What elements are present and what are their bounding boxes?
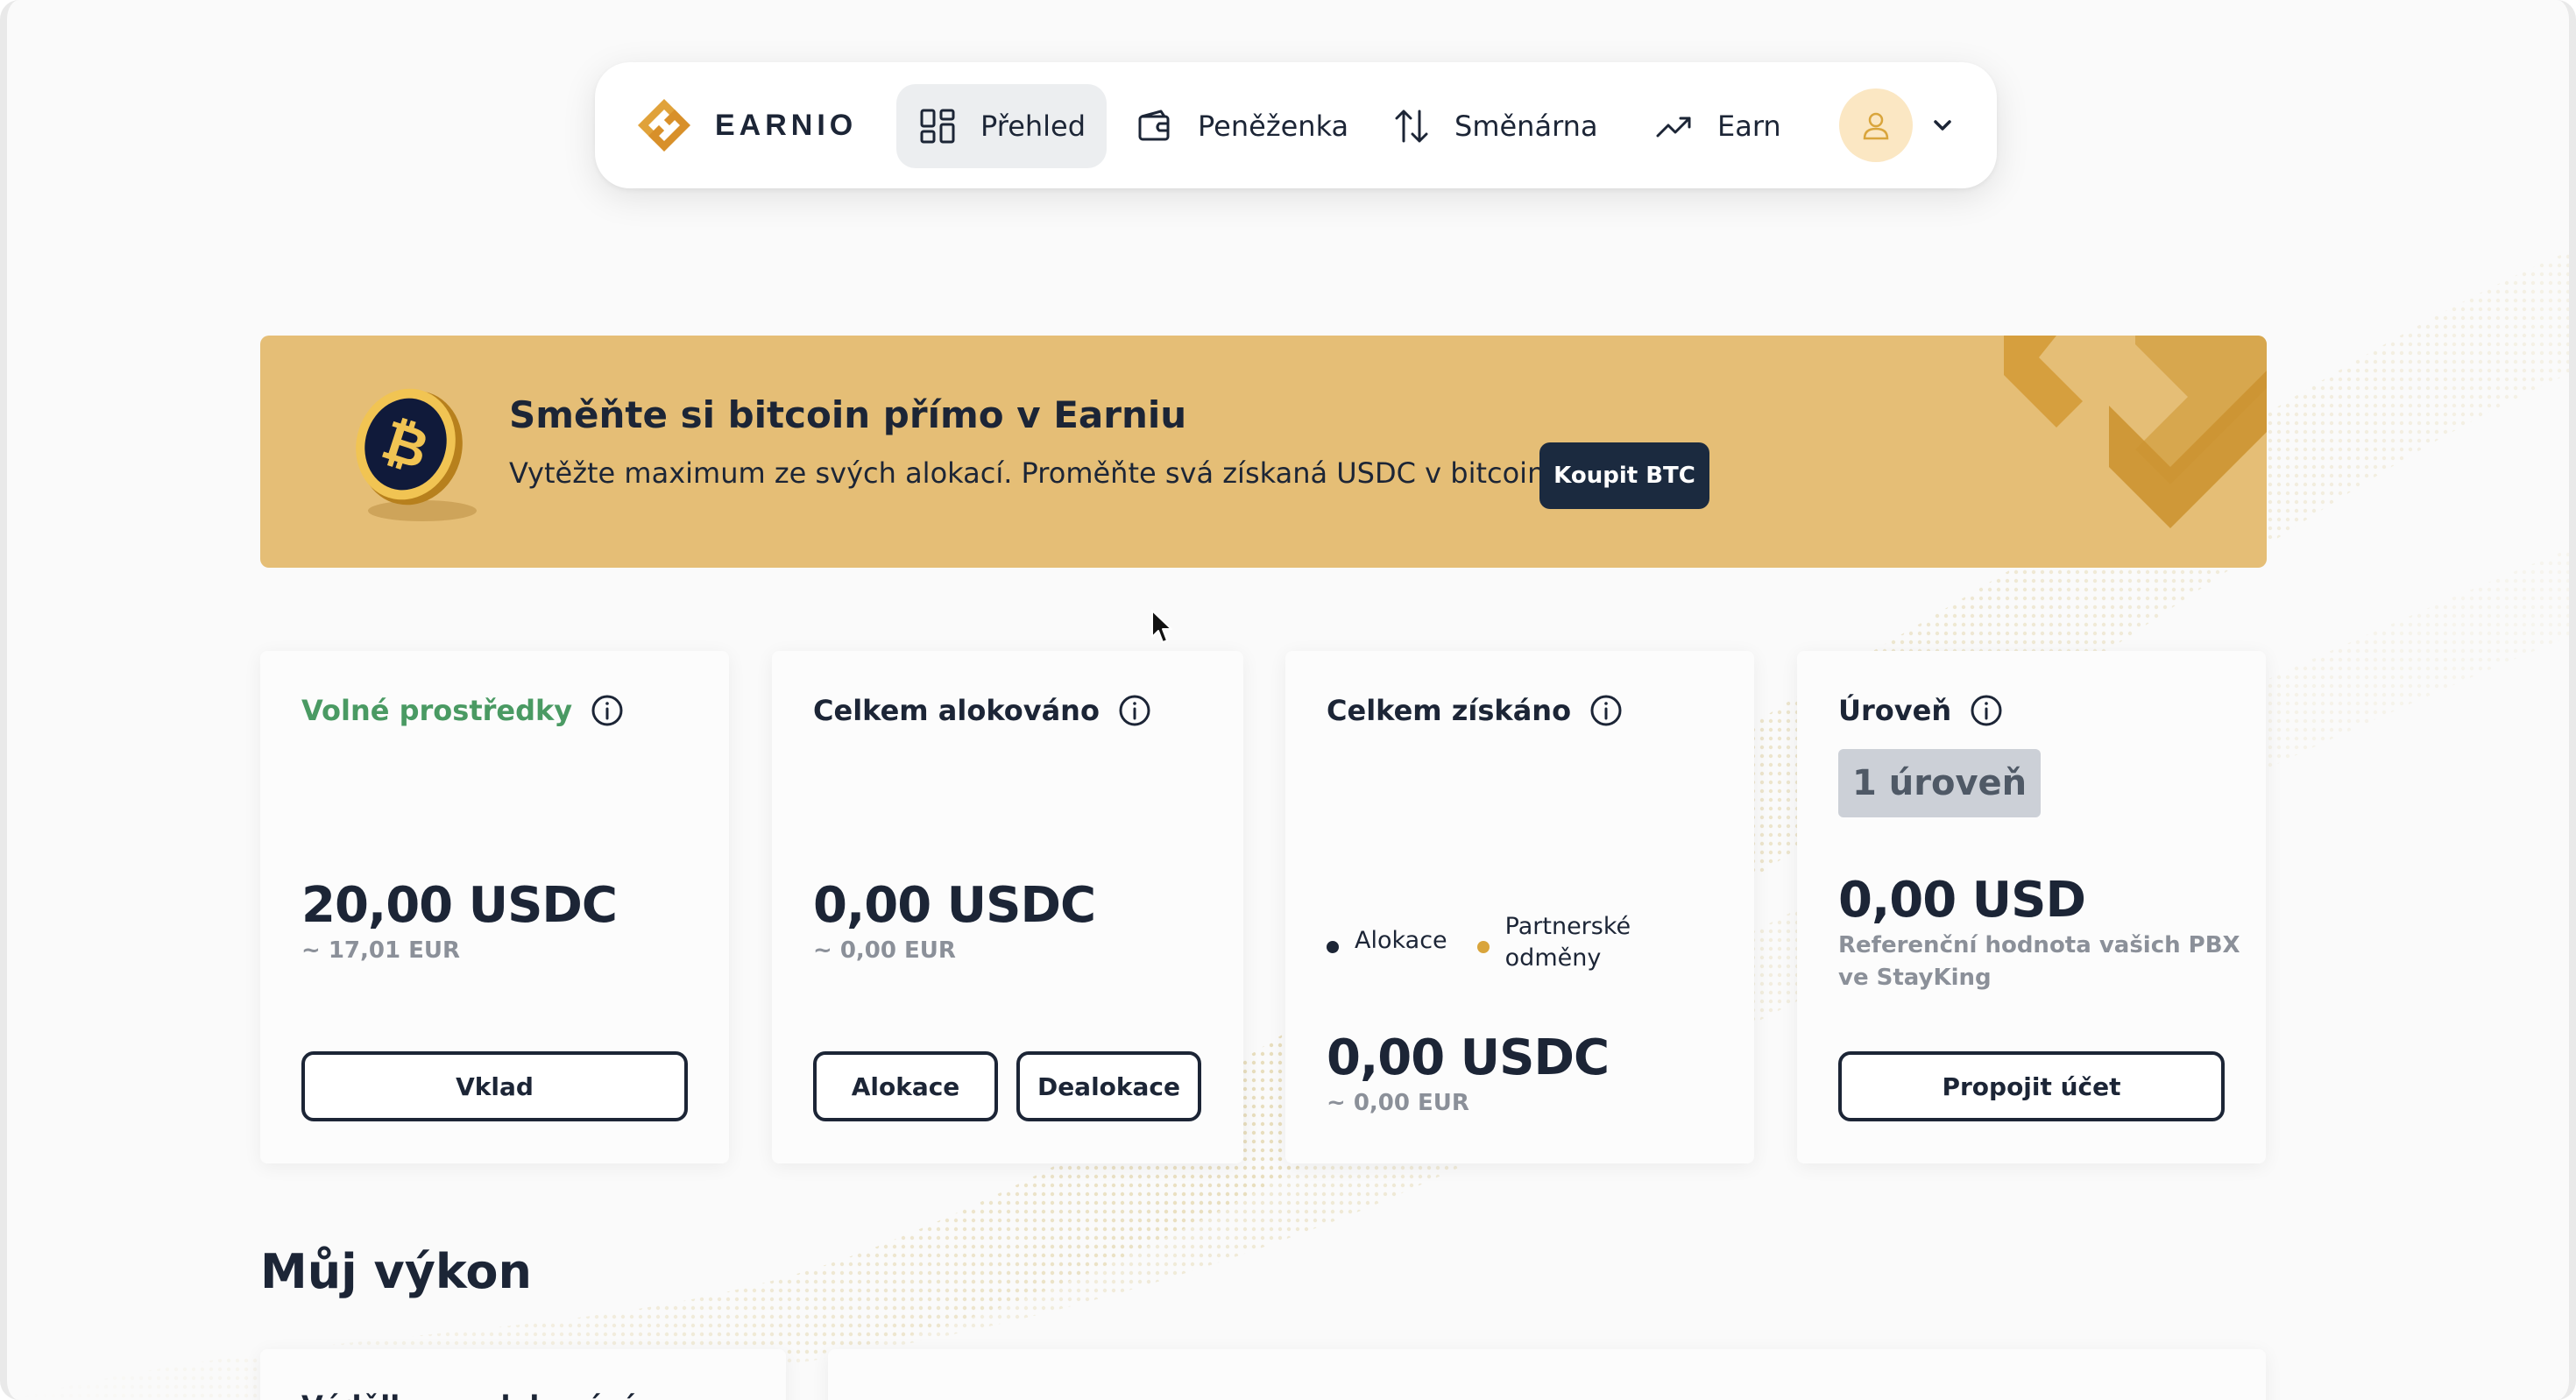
connect-account-button[interactable]: Propojit účet [1838, 1051, 2225, 1121]
card-title: Výdělky za alokování [301, 1389, 633, 1400]
reference-value-text: Referenční hodnota vašich PBX ve StayKin… [1838, 932, 2240, 991]
performance-earnings-card: Výdělky za alokování [260, 1349, 786, 1400]
free-funds-eur: ~ 17,01 EUR [301, 937, 461, 964]
brand-name: EARNIO [715, 108, 858, 142]
logo[interactable]: EARNIO [634, 95, 857, 155]
wallet-icon [1138, 110, 1170, 141]
banner-title: Směňte si bitcoin přímo v Earniu [509, 393, 1187, 436]
promo-banner: ₿ Směňte si bitcoin přímo v Earniu Vytěž… [260, 336, 2267, 568]
nav-label: Earn [1717, 110, 1781, 143]
card-title: Volné prostředky [301, 694, 573, 727]
allocated-eur: ~ 0,00 EUR [813, 937, 956, 964]
total-allocated-card: Celkem alokováno 0,00 USDC ~ 0,00 EUR Al… [772, 651, 1243, 1163]
nav-label: Směnárna [1454, 110, 1598, 143]
legend-label: odměny [1504, 944, 1602, 972]
level-card: Úroveň 1 úroveň 0,00 USD Referenční hodn… [1797, 651, 2266, 1163]
legend-dot-gold [1476, 941, 1490, 953]
card-title: Celkem získáno [1327, 694, 1572, 727]
level-badge: 1 úroveň [1838, 749, 2042, 817]
user-avatar-button[interactable] [1839, 88, 1913, 162]
earned-legend: Alokace Partnerské odměny [1327, 911, 1631, 974]
nav-item-smenarna[interactable]: Směnárna [1370, 84, 1619, 168]
info-icon[interactable] [1589, 693, 1624, 728]
nav-label: Peněženka [1198, 110, 1349, 143]
user-icon [1863, 112, 1889, 140]
mouse-cursor-icon [1151, 610, 1172, 643]
info-icon[interactable] [1117, 693, 1152, 728]
info-icon[interactable] [1969, 693, 2004, 728]
exchange-icon [1395, 110, 1428, 143]
app-window: EARNIO Přehled Peněženka Směnárna Earn ₿… [0, 0, 2576, 1400]
legend-dot-dark [1327, 941, 1339, 953]
trending-up-icon [1656, 117, 1691, 138]
legend-label: Alokace [1355, 927, 1447, 954]
performance-section-title: Můj výkon [260, 1244, 532, 1299]
level-amount: 0,00 USD [1838, 872, 2086, 929]
banner-logo-decoration [2004, 336, 2267, 528]
legend-item-partner: Partnerské odměny [1476, 911, 1631, 974]
deposit-button[interactable]: Vklad [301, 1051, 688, 1121]
buy-btc-button[interactable]: Koupit BTC [1539, 442, 1709, 509]
performance-chart-card [828, 1349, 2266, 1400]
free-funds-amount: 20,00 USDC [301, 877, 618, 934]
banner-text: Vytěžte maximum ze svých alokací. Proměň… [509, 456, 1554, 490]
card-title: Úroveň [1838, 694, 1952, 727]
dashboard-icon [920, 109, 955, 144]
allocate-button[interactable]: Alokace [813, 1051, 998, 1121]
deallocate-button[interactable]: Dealokace [1016, 1051, 1201, 1121]
bitcoin-coin-icon: ₿ [356, 388, 477, 521]
allocated-amount: 0,00 USDC [813, 877, 1096, 934]
legend-item-allocation: Alokace [1327, 927, 1447, 954]
card-title: Celkem alokováno [813, 694, 1100, 727]
total-earned-card: Celkem získáno Alokace Partnerské odměny… [1285, 651, 1754, 1163]
earned-eur: ~ 0,00 EUR [1327, 1090, 1469, 1116]
nav-item-prehled[interactable]: Přehled [896, 84, 1108, 168]
free-funds-card: Volné prostředky 20,00 USDC ~ 17,01 EUR … [260, 651, 729, 1163]
nav-label: Přehled [980, 110, 1086, 143]
earnio-logo-icon [638, 99, 690, 152]
info-icon[interactable] [590, 693, 625, 728]
nav-item-penezenka[interactable]: Peněženka [1114, 84, 1369, 168]
legend-label: Partnerské [1504, 913, 1631, 940]
top-navigation: EARNIO Přehled Peněženka Směnárna Earn [595, 62, 1997, 188]
nav-item-earn[interactable]: Earn [1633, 84, 1802, 168]
chevron-down-icon[interactable] [1928, 111, 1957, 139]
earned-amount: 0,00 USDC [1327, 1029, 1610, 1086]
